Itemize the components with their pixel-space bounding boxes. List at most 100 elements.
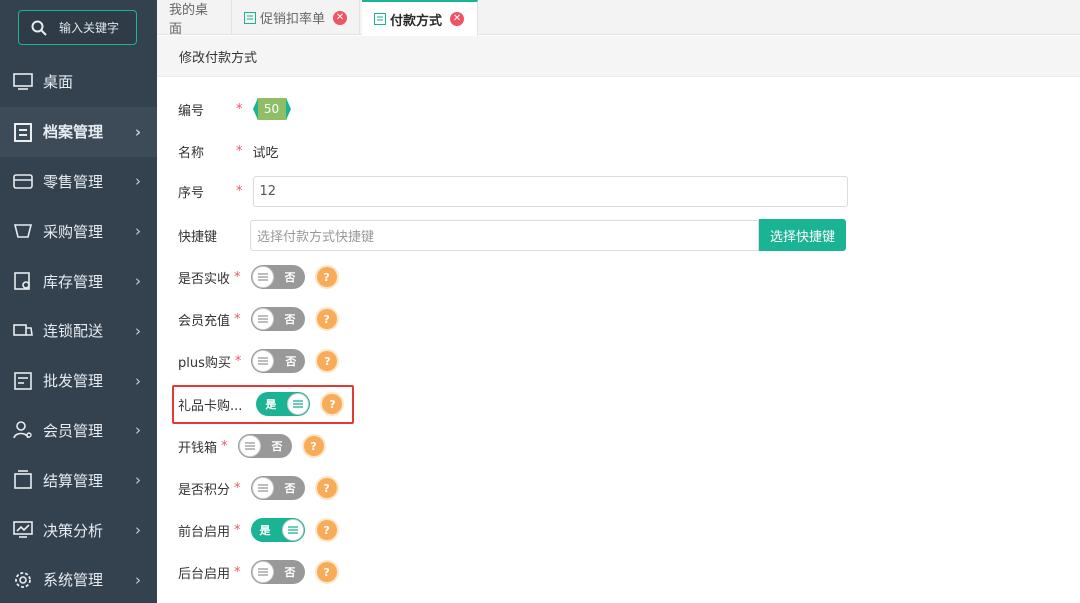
toggle-switch[interactable]: 是 — [250, 518, 305, 542]
help-icon[interactable]: ? — [317, 351, 338, 371]
search-input[interactable]: 输入关键字 — [18, 10, 137, 45]
toggle-switch[interactable]: 否 — [250, 560, 305, 584]
member-icon — [12, 419, 34, 441]
seq-input[interactable]: 12 — [252, 175, 848, 207]
tab-payment-method[interactable]: 付款方式 ✕ — [362, 0, 478, 36]
close-icon[interactable]: ✕ — [450, 12, 465, 26]
required-mark: * — [234, 311, 241, 327]
sidebar: 输入关键字 桌面 档案管理 › 零售管理 › 采购管理 › 库存管理 › 连锁配… — [0, 0, 157, 603]
sidebar-item-wholesale[interactable]: 批发管理 › — [0, 356, 157, 406]
menu-lines-icon — [281, 519, 304, 541]
seq-label: 序号 — [178, 185, 205, 201]
sidebar-item-retail[interactable]: 零售管理 › — [0, 157, 157, 207]
toggle-switch[interactable]: 否 — [237, 434, 292, 458]
sidebar-item-purchase[interactable]: 采购管理 › — [0, 206, 157, 256]
toggle-row: 会员充值 * 否 ? — [178, 303, 337, 335]
required-mark: * — [234, 353, 242, 369]
toggle-row: plus购买 * 否 ? — [178, 345, 338, 377]
select-shortcut-button[interactable]: 选择快捷键 — [759, 219, 846, 251]
sidebar-item-analysis[interactable]: 决策分析 › — [0, 505, 157, 555]
chart-icon — [12, 519, 34, 541]
chevron-right-icon: › — [134, 122, 141, 141]
monitor-icon — [12, 71, 34, 93]
required-mark: * — [234, 564, 241, 580]
document-icon — [374, 13, 386, 25]
name-value: 试吃 — [252, 145, 279, 161]
menu-lines-icon — [251, 266, 274, 288]
chevron-right-icon: › — [135, 471, 141, 490]
wholesale-icon — [12, 370, 34, 392]
sidebar-item-inventory[interactable]: 库存管理 › — [0, 256, 157, 306]
tab-bar: 我的桌面 促销扣率单 ✕ 付款方式 ✕ — [157, 0, 1080, 37]
toggle-row: 前台启用 * 是 ? — [178, 514, 337, 546]
required-mark: * — [236, 143, 243, 159]
menu-lines-icon — [251, 477, 274, 499]
tab-label: 促销扣率单 — [260, 12, 326, 27]
sidebar-item-settlement[interactable]: 结算管理 › — [0, 455, 157, 505]
help-icon[interactable]: ? — [316, 309, 337, 329]
sidebar-item-label: 批发管理 — [43, 372, 104, 391]
panel-title: 修改付款方式 — [157, 36, 1080, 77]
chevron-right-icon: › — [135, 371, 141, 390]
tab-label: 付款方式 — [390, 13, 443, 29]
shortcut-label: 快捷键 — [178, 229, 218, 245]
tab-label: 我的桌面 — [169, 2, 209, 37]
sidebar-item-label: 决策分析 — [43, 521, 104, 540]
sidebar-item-label: 连锁配送 — [43, 322, 104, 341]
sidebar-item-system[interactable]: 系统管理 › — [0, 555, 157, 603]
purchase-icon — [12, 220, 34, 242]
menu-lines-icon — [251, 308, 274, 330]
seq-row: 序号 * 12 — [178, 175, 848, 207]
tab-my-desktop[interactable]: 我的桌面 — [157, 0, 232, 37]
sidebar-menu: 桌面 档案管理 › 零售管理 › 采购管理 › 库存管理 › 连锁配送 › 批发… — [0, 57, 157, 603]
chevron-right-icon: › — [135, 321, 141, 340]
chevron-right-icon: › — [135, 172, 141, 191]
chevron-right-icon: › — [135, 570, 141, 589]
required-mark: * — [236, 183, 243, 199]
chevron-right-icon: › — [135, 521, 141, 540]
sidebar-item-label: 库存管理 — [43, 272, 104, 291]
required-mark: * — [234, 522, 241, 538]
required-mark: * — [236, 101, 243, 117]
toggle-row: 开钱箱 * 否 ? — [178, 430, 324, 462]
truck-icon — [12, 320, 34, 342]
sidebar-item-desktop[interactable]: 桌面 — [0, 57, 157, 107]
sidebar-item-archive[interactable]: 档案管理 › — [0, 106, 157, 157]
sidebar-item-distribution[interactable]: 连锁配送 › — [0, 306, 157, 356]
wallet-icon — [12, 469, 34, 491]
name-label: 名称 — [178, 145, 205, 161]
document-icon — [244, 11, 256, 24]
search-icon — [31, 20, 47, 36]
toggle-switch[interactable]: 否 — [250, 265, 305, 289]
id-badge: 50 — [252, 98, 291, 120]
toggle-row: 是否积分 * 否 ? — [178, 472, 337, 504]
toggle-switch[interactable]: 否 — [250, 307, 305, 331]
help-icon[interactable]: ? — [316, 520, 337, 540]
shortcut-input[interactable]: 选择付款方式快捷键 — [250, 219, 759, 251]
id-row: 编号 * 50 — [178, 93, 291, 125]
help-icon[interactable]: ? — [303, 436, 324, 456]
panel-title-text: 修改付款方式 — [179, 50, 258, 66]
tab-promotion[interactable]: 促销扣率单 ✕ — [232, 0, 360, 35]
sidebar-item-label: 桌面 — [43, 73, 74, 92]
required-mark: * — [234, 480, 241, 496]
sidebar-item-member[interactable]: 会员管理 › — [0, 406, 157, 456]
shortcut-row: 快捷键 选择付款方式快捷键 选择快捷键 — [178, 219, 846, 251]
toggle-switch[interactable]: 否 — [250, 476, 305, 500]
toggle-switch[interactable]: 否 — [251, 349, 306, 373]
sidebar-item-label: 结算管理 — [43, 471, 104, 490]
help-icon[interactable]: ? — [316, 478, 337, 498]
close-icon[interactable]: ✕ — [333, 10, 347, 25]
help-icon[interactable]: ? — [316, 562, 337, 582]
toggle-row: 后台启用 * 否 ? — [178, 556, 337, 588]
help-icon[interactable]: ? — [316, 267, 337, 287]
sidebar-item-label: 会员管理 — [43, 421, 104, 440]
gear-icon — [12, 569, 34, 591]
toggle-row: 是否实收 * 否 ? — [178, 261, 337, 293]
highlight-box — [172, 385, 354, 424]
name-row: 名称 * 试吃 — [178, 135, 279, 167]
inventory-icon — [12, 270, 34, 292]
search-placeholder: 输入关键字 — [59, 21, 120, 35]
required-mark: * — [221, 438, 228, 454]
archive-icon — [12, 121, 34, 143]
